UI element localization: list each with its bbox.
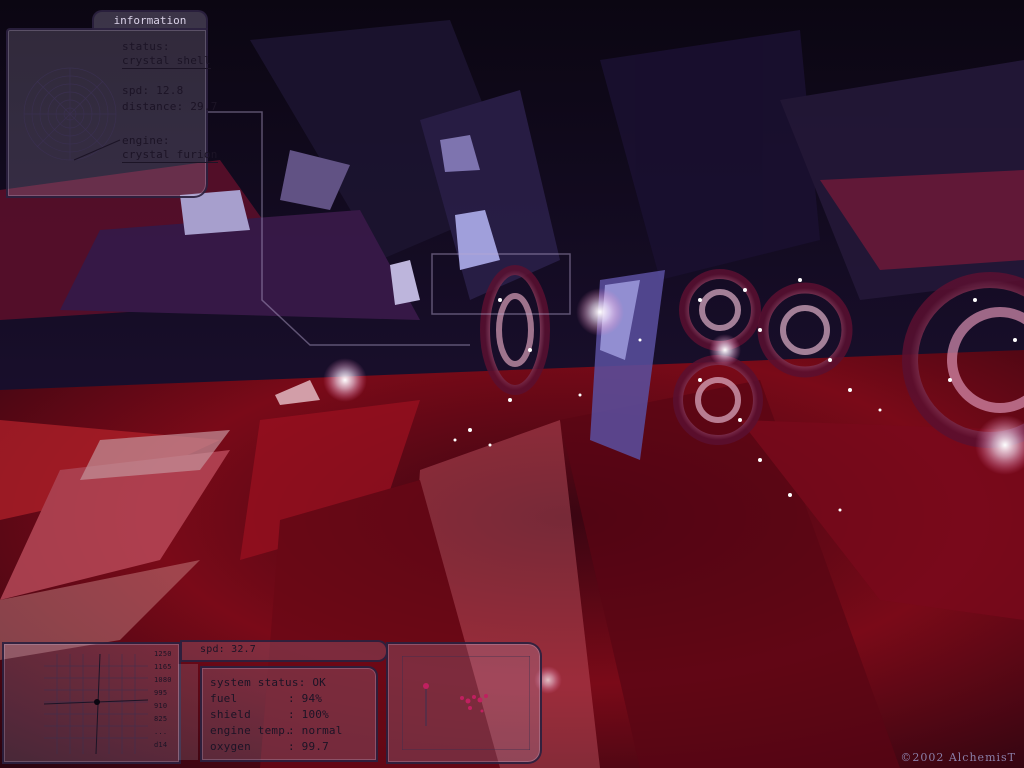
- radar-scale: 1250 1165 1080 995 910 825 ... d14: [154, 650, 172, 749]
- oxygen-value: : 99.7: [288, 740, 329, 753]
- scanner-blip-icon: [423, 683, 429, 689]
- fuel-value: : 94%: [288, 692, 323, 705]
- pointer-line: [73, 139, 121, 161]
- status-label: status:: [122, 40, 170, 53]
- fuel-label: fuel: [210, 692, 238, 705]
- info-panel: status: crystal shell spd: 12.8 distance…: [6, 28, 218, 198]
- radar-panel: 1250 1165 1080 995 910 825 ... d14: [2, 642, 181, 764]
- info-panel-title: information: [92, 10, 208, 30]
- shield-label: shield: [210, 708, 251, 721]
- system-status-panel: system status: OK fuel : 94% shield : 10…: [200, 666, 378, 762]
- engine-temp-label: engine temp.: [210, 724, 292, 737]
- distance-readout: distance: 29.7: [122, 100, 218, 113]
- radar-grid: [44, 654, 148, 754]
- speed-strip: spd: 32.7: [180, 640, 388, 662]
- status-value: crystal shell: [122, 54, 211, 69]
- engine-temp-value: : normal: [288, 724, 343, 737]
- scanner-panel: [386, 642, 542, 764]
- oxygen-label: oxygen: [210, 740, 251, 753]
- copyright-text: ©2002 AlchemisT: [900, 751, 1016, 764]
- speed-readout: spd: 12.8: [122, 84, 184, 97]
- system-status-title: system status: OK: [210, 676, 326, 689]
- player-blip-icon: [94, 699, 100, 705]
- engine-value: crystal furion: [122, 148, 218, 163]
- shield-value: : 100%: [288, 708, 329, 721]
- scanner-display: [402, 656, 530, 750]
- hud-hatch: [178, 664, 198, 760]
- speed-strip-value: spd: 32.7: [200, 644, 256, 655]
- engine-label: engine:: [122, 134, 170, 147]
